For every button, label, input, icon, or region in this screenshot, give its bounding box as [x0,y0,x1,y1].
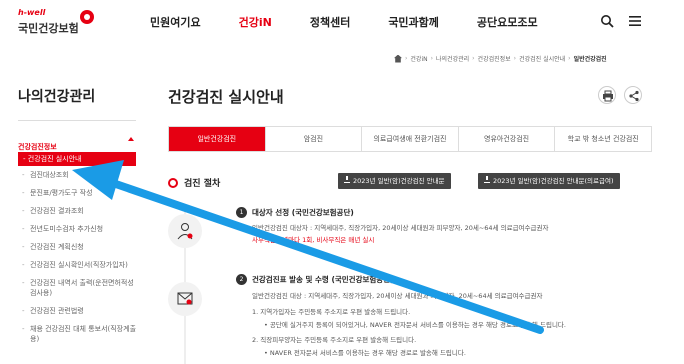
sidebar-section-label: 건강검진정보 [18,143,57,151]
step-title: 대상자 선정 (국민건강보험공단) [252,208,354,217]
step-text: 2. 직장피부양자는 주민등록 주소지로 우편 발송해 드립니다. [252,336,417,344]
step-text: 일반건강검진 대상자 : 지역세대주, 직장가입자, 20세이상 세대원과 피부… [252,224,549,232]
sidebar-item[interactable]: 건강검진 내역서 출력(운전면허적성검사용) [18,278,136,298]
breadcrumb-item[interactable]: 건강검진 실시안내 [519,54,565,63]
caret-up-icon [128,137,134,141]
print-icon [603,90,613,102]
download-icon [484,176,490,183]
download-guide-button[interactable]: 2023년 일반(암)건강검진 안내문 [338,173,451,189]
step-text: 1. 지역가입자는 주민등록 주소지로 우편 발송해 드립니다. [252,308,411,316]
sidebar-item[interactable]: 채용 건강검진 대체 통보서(직장계출용) [18,324,136,344]
step-1-illustration [168,214,202,248]
logo-tagline: h-well [18,8,46,17]
print-button[interactable] [598,86,616,104]
site-header: h-well 국민건강보험 민원여기요 건강iN 정책센터 국민과함께 공단요모… [0,0,684,46]
share-icon [629,90,639,102]
sidebar-list: 검진대상조회 문진표/평가도구 작성 건강검진 결과조회 전년도미수검자 추가신… [18,170,136,352]
sidebar-item[interactable]: 건강검진 결과조회 [18,206,136,216]
section-label: 검진 절차 [184,179,221,189]
tab-general-checkup[interactable]: 일반건강검진 [169,127,266,151]
page-title: 건강검진 실시안내 [168,88,284,106]
step-note: 사무직은 2년마다 1회, 비사무직은 매년 실시 [252,236,375,244]
tab-infant-checkup[interactable]: 영유아건강검진 [459,127,556,151]
sidebar-item[interactable]: 검진대상조회 [18,170,136,180]
sidebar-item[interactable]: 건강검진 계획신청 [18,242,136,252]
step-2-illustration [168,282,202,316]
menu-icon[interactable] [628,14,642,28]
download-guide-medical-aid-label: 2023년 일반(암)건강검진 안내문(의료급여) [493,177,614,185]
logo-name: 국민건강보험 [18,22,79,35]
step-number: 1 [236,207,247,218]
step-text: • NAVER 전자문서 서비스를 이용하는 경우 해당 경로로 발송해 드립니… [264,349,466,357]
nav-item-minwon[interactable]: 민원여기요 [150,14,201,30]
download-guide-label: 2023년 일반(암)건강검진 안내문 [353,177,445,185]
step-number: 2 [236,274,247,285]
home-icon[interactable] [394,54,402,63]
breadcrumb: › 건강iN › 나의건강관리 › 건강검진정보 › 건강검진 실시안내 › 일… [394,54,607,63]
tab-medical-aid-checkup[interactable]: 의료급여생애 전환기검진 [362,127,459,151]
nav-item-about[interactable]: 공단요모조모 [477,14,538,30]
mail-icon [177,292,193,305]
share-button[interactable] [624,86,642,104]
sidebar-section-toggle[interactable]: 건강검진정보 [18,134,136,151]
tab-cancer-checkup[interactable]: 암검진 [266,127,363,151]
sidebar-item[interactable]: 건강검진 관련법령 [18,306,136,316]
breadcrumb-item[interactable]: 나의건강관리 [436,54,469,63]
checkup-tabs: 일반건강검진 암검진 의료급여생애 전환기검진 영유아건강검진 학교 밖 청소년… [168,126,652,152]
logo-mark-icon [80,10,94,24]
search-icon[interactable] [600,14,614,28]
download-icon [344,176,350,183]
breadcrumb-item[interactable]: 건강iN [410,54,427,63]
nav-item-health-in[interactable]: 건강iN [239,14,272,30]
section-heading: 검진 절차 [168,176,220,189]
sidebar-item[interactable]: 전년도미수검자 추가신청 [18,224,136,234]
sidebar-item-active[interactable]: - 건강검진 실시안내 [18,152,136,166]
tab-youth-checkup[interactable]: 학교 밖 청소년 건강검진 [555,127,651,151]
main-nav: 민원여기요 건강iN 정책센터 국민과함께 공단요모조모 [150,14,576,30]
sidebar-item[interactable]: 건강검진 실시확인서(직장가입자) [18,260,136,270]
nav-item-together[interactable]: 국민과함께 [388,14,439,30]
step-title: 건강검진표 발송 및 수령 (국민건강보험공단) [252,275,394,284]
doctor-icon [177,223,193,240]
sidebar-item[interactable]: 문진표/평가도구 작성 [18,188,136,198]
nav-item-policy[interactable]: 정책센터 [310,14,350,30]
step-text: 일반건강검진 대상 : 지역세대주, 직장가입자, 20세이상 세대원과 피부양… [252,292,543,300]
bullet-circle-icon [168,177,178,188]
step-text: • 공단에 실거주지 등록이 되어있거나, NAVER 전자문서 서비스를 이용… [264,321,566,329]
site-logo[interactable]: h-well 국민건강보험 [18,8,108,38]
sidebar-title: 나의건강관리 [18,89,96,105]
breadcrumb-item[interactable]: 건강검진정보 [478,54,511,63]
sidebar-divider [18,120,136,121]
download-guide-medical-aid-button[interactable]: 2023년 일반(암)건강검진 안내문(의료급여) [478,173,620,189]
breadcrumb-current: 일반건강검진 [573,56,607,63]
